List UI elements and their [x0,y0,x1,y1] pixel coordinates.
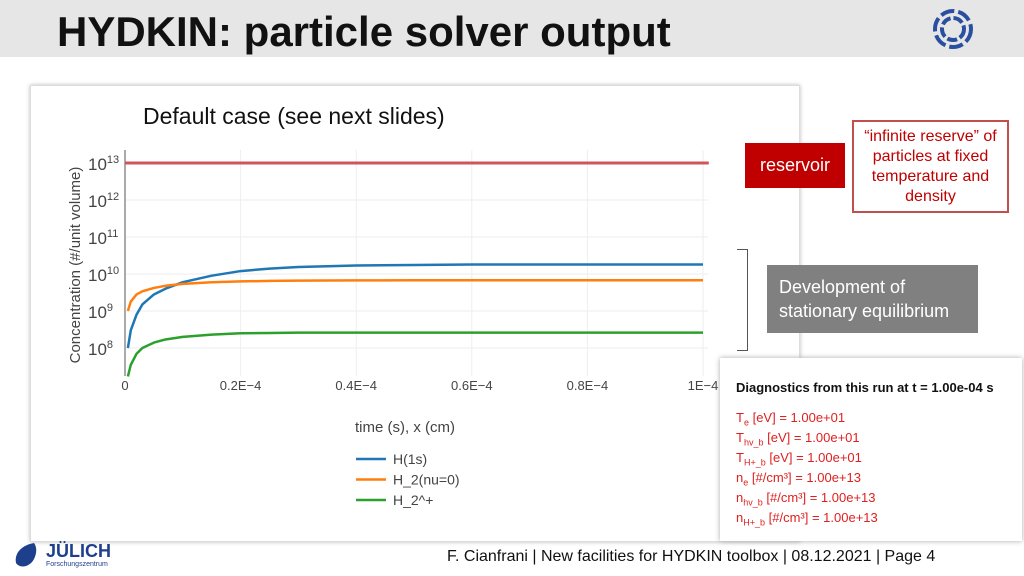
tick-base: 10 [88,303,107,322]
infinite-reserve-text: “infinite reserve” of particles at fixed… [864,127,997,205]
tick-base: 10 [88,340,107,359]
y-axis-label: Concentration (#/unit volume) [67,167,84,364]
diagnostic-sub: hv_b [743,437,764,448]
legend-label[interactable]: H(1s) [393,451,427,467]
series-line-2 [126,331,703,377]
diagnostic-unit: [#/cm³] = 1.00e+13 [762,490,876,505]
diagnostic-line: nH+_b [#/cm³] = 1.00e+13 [736,510,878,528]
diagnostic-sym: T [736,410,744,425]
diagnostics-header: Diagnostics from this run at t = 1.00e-0… [736,380,994,395]
tick-base: 10 [88,155,107,174]
tick-exp: 13 [107,154,119,166]
julich-logo-icon [15,543,37,567]
tick-base: 10 [88,192,107,211]
series-line-1 [126,278,703,312]
diagnostic-sub: hv_b [743,497,763,508]
tick-exp: 11 [107,228,118,240]
diagnostics-panel: Diagnostics from this run at t = 1.00e-0… [720,358,1022,541]
diagnostic-unit: [eV] = 1.00e+01 [748,410,846,425]
diagnostic-sym: T [736,430,744,445]
diagnostic-unit: [eV] = 1.00e+01 [765,450,862,465]
diagnostic-sub: H+_b [743,457,766,468]
diagnostic-sym: T [736,450,744,465]
y-tick-label: 1011 [88,228,118,248]
logo-text: JÜLICH [46,541,112,561]
diagnostic-line: Te [eV] = 1.00e+01 [736,410,845,428]
diagnostic-sub: H+_b [743,517,766,528]
x-tick-label: 0.2E−4 [220,378,262,393]
x-tick-label: 0.6E−4 [451,378,493,393]
diagnostic-line: Thv_b [eV] = 1.00e+01 [736,430,860,448]
bracket [737,249,748,351]
legend-label[interactable]: H_2(nu=0) [393,472,460,488]
y-tick-label: 1013 [88,154,119,174]
infinite-reserve-note: “infinite reserve” of particles at fixed… [852,120,1009,213]
development-note: Development of stationary equilibrium [767,265,978,333]
y-tick-label: 1012 [88,191,119,211]
y-tick-label: 1010 [88,265,119,285]
diagnostic-unit: [#/cm³] = 1.00e+13 [748,470,861,485]
reservoir-label: reservoir [745,143,845,188]
tick-base: 10 [88,266,107,285]
tick-exp: 8 [107,339,113,351]
tick-exp: 10 [107,265,119,277]
diagnostic-line: ne [#/cm³] = 1.00e+13 [736,470,861,488]
logo-subtext: Forschungszentrum [46,561,108,568]
x-tick-label: 0.8E−4 [567,378,609,393]
y-tick-label: 109 [88,302,113,322]
diagnostic-line: nhv_b [#/cm³] = 1.00e+13 [736,490,876,508]
x-tick-label: 1E−4 [688,378,719,393]
x-axis-label: time (s), x (cm) [355,419,455,436]
x-tick-label: 0 [121,378,128,393]
tick-exp: 12 [107,191,119,203]
tick-base: 10 [88,229,107,248]
legend-label[interactable]: H_2^+ [393,492,433,508]
tick-exp: 9 [107,302,113,314]
diagnostic-unit: [eV] = 1.00e+01 [763,430,860,445]
y-tick-label: 108 [88,339,113,359]
diagnostic-unit: [#/cm³] = 1.00e+13 [765,510,878,525]
diagnostic-line: TH+_b [eV] = 1.00e+01 [736,450,862,468]
x-tick-label: 0.4E−4 [335,378,377,393]
footer: F. Cianfrani | New facilities for HYDKIN… [447,548,936,565]
